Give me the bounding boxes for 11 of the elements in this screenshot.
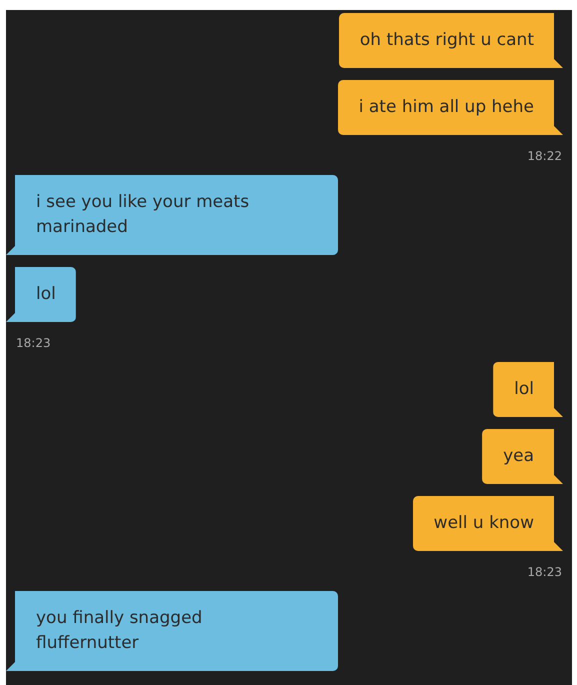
message-bubble: yea [482, 429, 563, 484]
message-bubble: i see you like your meats marinaded [6, 175, 338, 255]
message-bubble: lol [493, 362, 563, 417]
message-bubble: i ate him all up hehe [338, 80, 563, 135]
timestamp: 18:22 [527, 149, 562, 163]
message-bubble: you finally snagged fluffernutter [6, 591, 338, 671]
timestamp: 18:23 [16, 336, 51, 350]
message-bubble: oh thats right u cant [338, 13, 563, 68]
timestamp: 18:23 [527, 565, 562, 579]
message-bubble: lol [6, 267, 76, 322]
message-bubble: well u know [412, 496, 563, 551]
